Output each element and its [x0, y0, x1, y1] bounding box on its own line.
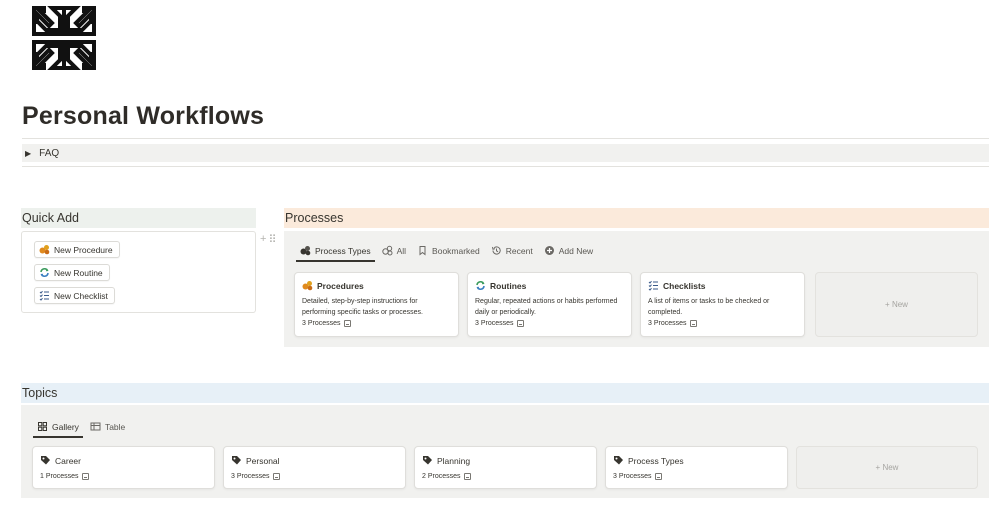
topic-card-personal[interactable]: Personal 3 Processes: [223, 446, 406, 489]
add-block-icon[interactable]: +: [260, 233, 266, 246]
card-title: Career: [55, 455, 81, 466]
relation-icon: [272, 473, 280, 480]
triangle-right-icon[interactable]: ▶: [25, 149, 31, 158]
topics-panel: Gallery Table Career 1 Processes Persona…: [21, 405, 989, 498]
tab-label: Recent: [505, 245, 533, 256]
new-routine-button[interactable]: New Routine: [34, 264, 110, 281]
tab-label: Table: [104, 421, 126, 432]
card-count: 3 Processes: [648, 320, 687, 327]
tag-icon: [422, 455, 433, 466]
processes-panel: Process Types All Bookmarked Recent Add …: [284, 231, 989, 347]
card-title: Checklists: [663, 280, 706, 291]
tab-all[interactable]: All: [378, 241, 410, 261]
procedure-icon: [381, 245, 393, 256]
tab-add-new[interactable]: Add New: [540, 241, 598, 261]
card-count: 1 Processes: [40, 473, 79, 480]
tab-gallery[interactable]: Gallery: [33, 417, 83, 438]
topics-tabs: Gallery Table: [33, 417, 132, 438]
routine-icon: [39, 267, 50, 278]
plus-circle-icon: [544, 245, 555, 256]
table-icon: [90, 421, 101, 432]
card-title: Process Types: [628, 455, 684, 466]
quick-add-panel: New Procedure New Routine New Checklist: [21, 231, 256, 313]
divider: [22, 138, 989, 139]
tag-icon: [613, 455, 624, 466]
tag-icon: [40, 455, 51, 466]
new-process-button[interactable]: + New: [815, 272, 978, 337]
procedure-icon: [302, 280, 313, 291]
processes-tabs: Process Types All Bookmarked Recent Add …: [296, 241, 600, 262]
card-title: Procedures: [317, 280, 364, 291]
tab-label: Process Types: [315, 245, 371, 256]
checklist-icon: [648, 280, 659, 291]
block-handles: + ⠿: [260, 233, 277, 246]
card-count: 3 Processes: [302, 320, 341, 327]
arrows-collapse-icon: [32, 6, 96, 70]
relation-icon: [463, 473, 471, 480]
card-description: A list of items or tasks to be checked o…: [648, 298, 770, 316]
faq-label: FAQ: [39, 147, 60, 159]
card-count: 3 Processes: [475, 320, 514, 327]
procedure-icon: [300, 245, 311, 256]
tab-label: Add New: [558, 245, 594, 256]
routine-icon: [475, 280, 486, 291]
card-title: Routines: [490, 280, 527, 291]
tab-label: Bookmarked: [432, 245, 480, 256]
tab-label: Gallery: [52, 421, 79, 432]
new-topic-button[interactable]: + New: [796, 446, 978, 489]
card-procedures[interactable]: Procedures Detailed, step-by-step instru…: [294, 272, 459, 337]
relation-icon: [343, 320, 351, 327]
new-checklist-button[interactable]: New Checklist: [34, 287, 115, 304]
card-routines[interactable]: Routines Regular, repeated actions or ha…: [467, 272, 632, 337]
new-procedure-button[interactable]: New Procedure: [34, 241, 120, 258]
relation-icon: [516, 320, 524, 327]
divider: [22, 166, 989, 167]
new-routine-label: New Routine: [54, 267, 103, 278]
card-title: Personal: [246, 455, 280, 466]
checklist-icon: [39, 290, 50, 301]
tab-label: All: [396, 245, 407, 256]
tab-table[interactable]: Table: [86, 417, 129, 437]
topic-card-process-types[interactable]: Process Types 3 Processes: [605, 446, 788, 489]
relation-icon: [81, 473, 89, 480]
tab-bookmarked[interactable]: Bookmarked: [413, 241, 484, 261]
drag-handle-icon[interactable]: ⠿: [268, 233, 276, 246]
page-icon-arrows: [30, 4, 98, 72]
topic-card-career[interactable]: Career 1 Processes: [32, 446, 215, 489]
bookmark-icon: [417, 245, 428, 256]
card-count: 3 Processes: [613, 473, 652, 480]
tag-icon: [231, 455, 242, 466]
card-description: Detailed, step-by-step instructions for …: [302, 298, 423, 316]
relation-icon: [689, 320, 697, 327]
card-title: Planning: [437, 455, 471, 466]
new-checklist-label: New Checklist: [54, 290, 108, 301]
topic-card-planning[interactable]: Planning 2 Processes: [414, 446, 597, 489]
card-checklists[interactable]: Checklists A list of items or tasks to b…: [640, 272, 805, 337]
card-description: Regular, repeated actions or habits perf…: [475, 298, 618, 316]
faq-toggle[interactable]: ▶ FAQ: [22, 144, 989, 162]
history-icon: [491, 245, 502, 256]
processes-heading: Processes: [284, 208, 989, 228]
quick-add-heading: Quick Add: [21, 208, 256, 228]
gallery-icon: [37, 421, 48, 432]
new-procedure-label: New Procedure: [54, 244, 113, 255]
tab-recent[interactable]: Recent: [487, 241, 537, 261]
page-title: Personal Workflows: [22, 102, 265, 130]
tab-process-types[interactable]: Process Types: [296, 241, 375, 262]
card-count: 2 Processes: [422, 473, 461, 480]
topics-heading: Topics: [21, 383, 989, 403]
procedure-icon: [39, 244, 50, 255]
relation-icon: [654, 473, 662, 480]
card-count: 3 Processes: [231, 473, 270, 480]
